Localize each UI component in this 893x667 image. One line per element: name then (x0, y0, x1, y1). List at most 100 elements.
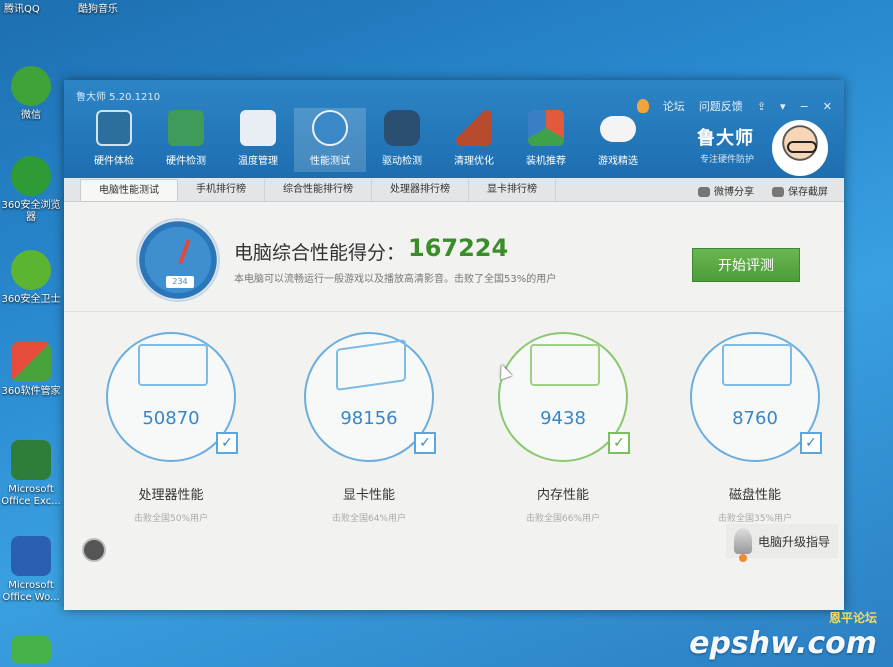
metric-value: 98156 (340, 408, 398, 429)
tab-pc-performance[interactable]: 电脑性能测试 (80, 179, 178, 201)
word-icon (11, 536, 51, 576)
speedometer-icon (312, 110, 348, 146)
upgrade-guide-link[interactable]: 电脑升级指导 (725, 524, 838, 562)
checkbox-checked-icon[interactable]: ✓ (800, 432, 822, 454)
metric-disk[interactable]: 8760 ✓ 磁盘性能 击败全国35%用户 (690, 332, 822, 524)
main-nav: 硬件体检 硬件检测 温度管理 性能测试 驱动检测 清理优化 装机推荐 游戏精选 (78, 108, 654, 172)
score-title: 电脑综合性能得分： (234, 242, 406, 264)
metric-sub: 击败全国35%用户 (717, 514, 792, 524)
nav-label: 硬件体检 (94, 156, 134, 167)
metric-sub: 击败全国64%用户 (331, 514, 406, 524)
tab-phone-ranking[interactable]: 手机排行榜 (178, 179, 265, 201)
brand-name: 鲁大师 (697, 128, 754, 149)
feedback-link[interactable]: 问题反馈 (699, 98, 743, 114)
score-description: 本电脑可以流畅运行一般游戏以及播放高清影音。击败了全国53%的用户 (234, 274, 557, 285)
nav-performance-test[interactable]: 性能测试 (294, 108, 366, 172)
desktop-icon-label: 360软件管家 (1, 386, 61, 397)
start-benchmark-button[interactable]: 开始评测 (692, 248, 800, 282)
checkbox-checked-icon[interactable]: ✓ (414, 432, 436, 454)
save-screenshot-button[interactable]: 保存截屏 (772, 183, 828, 198)
save-screenshot-label: 保存截屏 (788, 187, 828, 198)
broom-icon (456, 110, 492, 146)
metric-value: 9438 (540, 408, 586, 429)
watermark: 恩平论坛 epshw.com (689, 609, 877, 661)
nav-label: 温度管理 (238, 156, 278, 167)
desktop-icon-label: Microsoft Office Exc... (1, 484, 61, 507)
nav-games[interactable]: 游戏精选 (582, 108, 654, 172)
excel-icon (11, 440, 51, 480)
ludashi-avatar-icon[interactable] (772, 120, 828, 176)
weibo-share-label: 微博分享 (714, 187, 754, 198)
gpu-cube-icon (336, 339, 406, 391)
disk-icon (722, 344, 792, 386)
software-manager-icon (11, 342, 51, 382)
title-links: 论坛 问题反馈 ⇪ ▾ − ✕ (636, 98, 832, 114)
menu-icon[interactable]: ▾ (780, 100, 786, 113)
desktop-icon-label: 腾讯QQ (4, 4, 40, 15)
minimize-icon[interactable]: − (800, 100, 809, 113)
score-area: 234 电脑综合性能得分： 167224 本电脑可以流畅运行一般游戏以及播放高清… (64, 202, 844, 312)
nav-driver-detect[interactable]: 驱动检测 (366, 108, 438, 172)
monitor-icon (96, 110, 132, 146)
close-icon[interactable]: ✕ (823, 100, 832, 113)
desktop-icon-word[interactable]: Microsoft Office Wo... (0, 536, 62, 604)
settings-orb-icon[interactable] (82, 538, 106, 562)
desktop-icon-label: 微信 (21, 110, 41, 121)
forum-link[interactable]: 论坛 (663, 98, 685, 114)
checkbox-checked-icon[interactable]: ✓ (216, 432, 238, 454)
app-title: 鲁大师 5.20.1210 (76, 92, 161, 103)
driver-gear-icon (384, 110, 420, 146)
desktop-icon-qq[interactable]: 腾讯QQ (4, 0, 40, 15)
brand: 鲁大师 专注硬件防护 (697, 124, 754, 165)
gamepad-icon (600, 116, 636, 142)
metric-memory[interactable]: 9438 ✓ 内存性能 击败全国66%用户 (498, 332, 630, 524)
cpu-monitor-icon (138, 344, 208, 386)
thermometer-icon (240, 110, 276, 146)
score-value: 167224 (408, 234, 509, 262)
nav-cleanup[interactable]: 清理优化 (438, 108, 510, 172)
nav-hardware-checkup[interactable]: 硬件体检 (78, 108, 150, 172)
desktop-icon-label: Microsoft Office Wo... (2, 580, 60, 603)
desktop-icon-guard-360[interactable]: 360安全卫士 (0, 250, 62, 306)
gauge-icon: 234 (136, 218, 220, 302)
upgrade-guide-label: 电脑升级指导 (757, 534, 830, 549)
metric-sub: 击败全国66%用户 (525, 514, 600, 524)
tab-gpu-ranking[interactable]: 显卡排行榜 (469, 179, 556, 201)
metric-cpu[interactable]: 50870 ✓ 处理器性能 击败全国50%用户 (106, 332, 238, 524)
wechat-icon (11, 66, 51, 106)
browser-360-icon (11, 156, 51, 196)
desktop-icon-music[interactable]: 酷狗音乐 (78, 0, 118, 15)
nav-hardware-detect[interactable]: 硬件检测 (150, 108, 222, 172)
memory-chip-icon (530, 344, 600, 386)
metric-ring: 8760 ✓ (690, 332, 822, 462)
metric-label: 显卡性能 (342, 488, 395, 503)
nav-label: 游戏精选 (598, 156, 638, 167)
nav-label: 驱动检测 (382, 156, 422, 167)
ludashi-window: 鲁大师 5.20.1210 论坛 问题反馈 ⇪ ▾ − ✕ 硬件体检 硬件检测 … (64, 80, 844, 610)
tab-cpu-ranking[interactable]: 处理器排行榜 (372, 179, 469, 201)
gauge-value: 234 (166, 276, 194, 288)
tab-overall-ranking[interactable]: 综合性能排行榜 (265, 179, 372, 201)
desktop-icon-browser-360[interactable]: 360安全浏览器 (0, 156, 62, 224)
title-bar: 鲁大师 5.20.1210 论坛 问题反馈 ⇪ ▾ − ✕ 硬件体检 硬件检测 … (64, 80, 844, 178)
nav-label: 装机推荐 (526, 156, 566, 167)
camera-icon (772, 187, 784, 197)
upload-icon[interactable]: ⇪ (757, 100, 766, 113)
weibo-share-button[interactable]: 微博分享 (698, 183, 754, 198)
guard-360-icon (11, 250, 51, 290)
checkbox-checked-icon[interactable]: ✓ (608, 432, 630, 454)
metric-gpu[interactable]: 98156 ✓ 显卡性能 击败全国64%用户 (304, 332, 436, 524)
nav-build-recommend[interactable]: 装机推荐 (510, 108, 582, 172)
nav-label: 硬件检测 (166, 156, 206, 167)
brand-subtitle: 专注硬件防护 (699, 155, 754, 165)
share-links: 微博分享 保存截屏 (698, 183, 828, 198)
nav-temperature[interactable]: 温度管理 (222, 108, 294, 172)
weibo-icon (698, 187, 710, 197)
nav-label: 性能测试 (310, 156, 350, 167)
desktop-icon-software-manager[interactable]: 360软件管家 (0, 342, 62, 398)
desktop-icon-excel[interactable]: Microsoft Office Exc... (0, 440, 62, 508)
hardware-board-icon (168, 110, 204, 146)
desktop-icon-iqiyi[interactable] (0, 636, 62, 667)
desktop-icon-wechat[interactable]: 微信 (0, 66, 62, 122)
desktop-icon-label: 酷狗音乐 (78, 4, 118, 15)
